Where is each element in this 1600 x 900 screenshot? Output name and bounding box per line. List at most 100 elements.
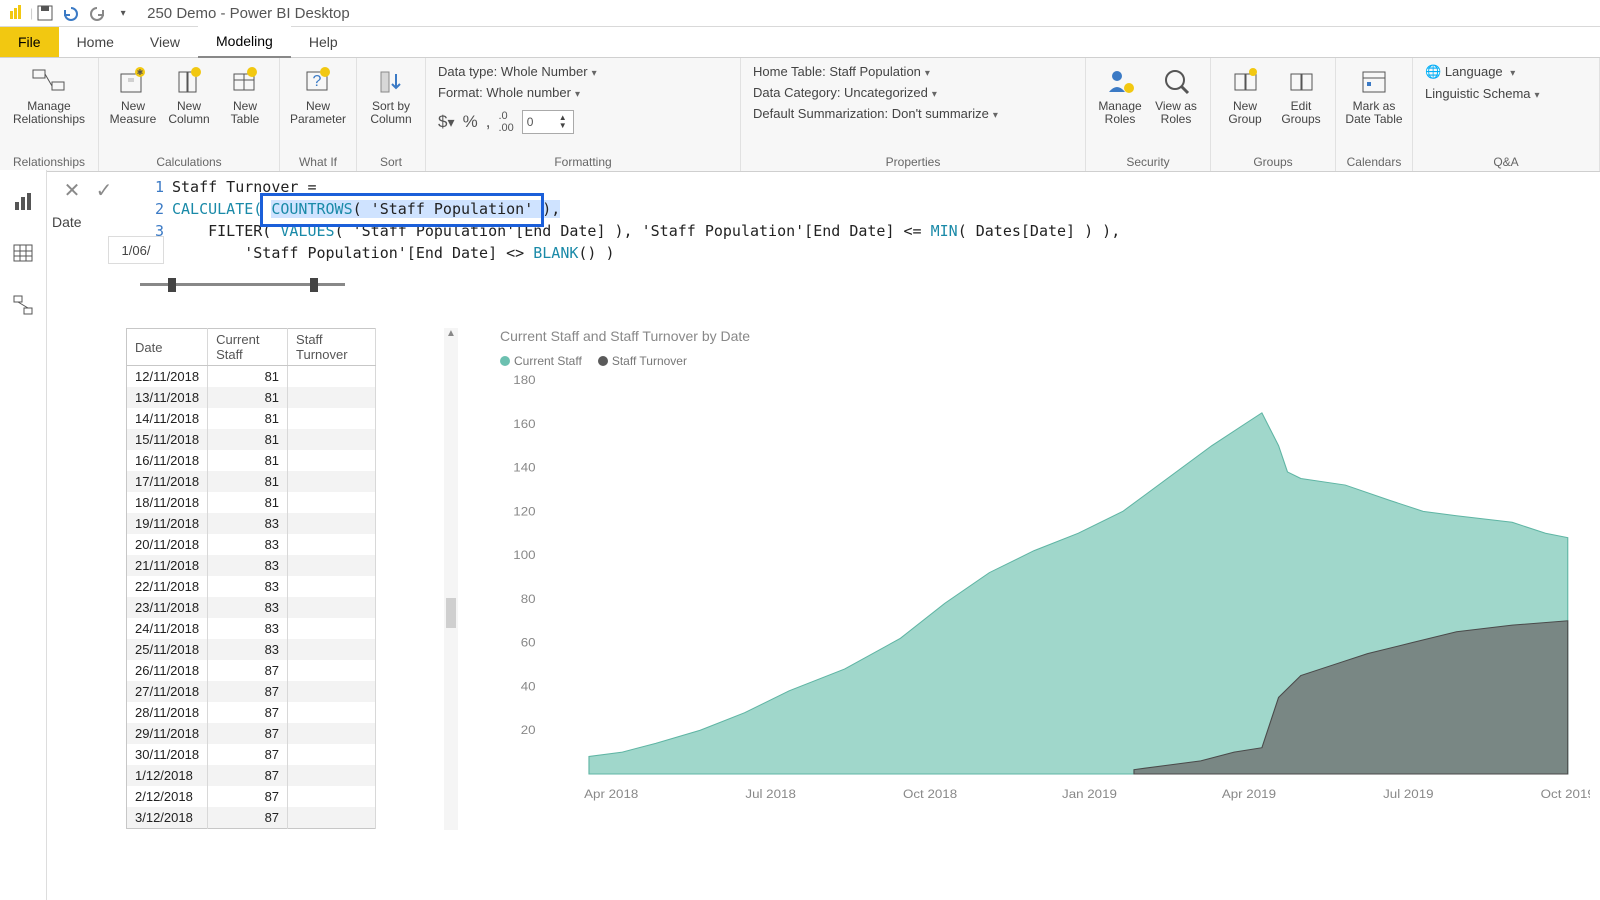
scroll-thumb[interactable]: [446, 598, 456, 628]
manage-roles-label: Manage Roles: [1098, 100, 1141, 126]
new-parameter-button[interactable]: ? New Parameter: [286, 62, 350, 126]
group-whatif-label: What If: [286, 153, 350, 169]
model-view-icon[interactable]: [10, 292, 36, 318]
table-scrollbar[interactable]: ▲: [444, 328, 458, 830]
table-row[interactable]: 26/11/201887: [127, 660, 376, 681]
table-row[interactable]: 27/11/201887: [127, 681, 376, 702]
report-view-icon[interactable]: [10, 188, 36, 214]
svg-text:160: 160: [513, 417, 535, 430]
legend-staff-turnover[interactable]: Staff Turnover: [598, 354, 687, 368]
percent-button[interactable]: %: [463, 112, 478, 132]
col-current-staff[interactable]: Current Staff: [208, 329, 288, 366]
new-measure-button[interactable]: ✱ New Measure: [105, 62, 161, 126]
new-measure-label: New Measure: [110, 100, 157, 126]
col-staff-turnover[interactable]: Staff Turnover: [288, 329, 376, 366]
new-column-label: New Column: [168, 100, 209, 126]
table-row[interactable]: 2/12/201887: [127, 786, 376, 807]
svg-text:Apr 2018: Apr 2018: [584, 788, 638, 801]
tab-help[interactable]: Help: [291, 27, 356, 57]
ribbon: Manage Relationships Relationships ✱ New…: [0, 58, 1600, 172]
formula-editor[interactable]: Staff Turnover = CALCULATE( COUNTROWS( '…: [172, 176, 1590, 264]
group-sort-label: Sort: [363, 153, 419, 169]
svg-text:?: ?: [313, 73, 322, 90]
edit-groups-button[interactable]: Edit Groups: [1273, 62, 1329, 126]
table-row[interactable]: 15/11/201881: [127, 429, 376, 450]
date-box[interactable]: 1/06/: [108, 236, 164, 264]
save-icon[interactable]: [33, 2, 57, 24]
view-as-roles-label: View as Roles: [1155, 100, 1197, 126]
tab-file[interactable]: File: [0, 27, 59, 57]
manage-roles-icon: [1103, 64, 1137, 98]
chart: Current Staff and Staff Turnover by Date…: [500, 328, 1590, 840]
slider-thumb-end[interactable]: [310, 278, 318, 292]
data-type-selector[interactable]: Data type: Whole Number: [438, 64, 728, 79]
svg-text:Oct 2019: Oct 2019: [1541, 788, 1590, 801]
left-nav: [0, 170, 47, 900]
table-row[interactable]: 14/11/201881: [127, 408, 376, 429]
cancel-formula-icon[interactable]: ✕: [60, 178, 84, 202]
new-column-button[interactable]: New Column: [161, 62, 217, 126]
customize-qat-icon[interactable]: ▾: [111, 2, 135, 24]
title-bar: | ▾ 250 Demo - Power BI Desktop: [0, 0, 1600, 27]
linguistic-schema-selector[interactable]: Linguistic Schema: [1425, 86, 1575, 101]
decimal-places-spinner[interactable]: 0 ▲▼: [522, 110, 574, 134]
home-table-selector[interactable]: Home Table: Staff Population: [753, 64, 1073, 79]
table-row[interactable]: 28/11/201887: [127, 702, 376, 723]
chart-canvas[interactable]: 20406080100120140160180Apr 2018Jul 2018O…: [500, 374, 1590, 804]
tab-view[interactable]: View: [132, 27, 198, 57]
table-row[interactable]: 3/12/201887: [127, 807, 376, 829]
redo-icon[interactable]: [85, 2, 109, 24]
thousands-button[interactable]: ,: [486, 112, 491, 132]
table-row[interactable]: 1/12/201887: [127, 765, 376, 786]
tab-home[interactable]: Home: [59, 27, 132, 57]
data-view-icon[interactable]: [10, 240, 36, 266]
app-title: 250 Demo - Power BI Desktop: [147, 5, 350, 22]
svg-text:180: 180: [513, 374, 535, 387]
slider-thumb-start[interactable]: [168, 278, 176, 292]
table-row[interactable]: 20/11/201883: [127, 534, 376, 555]
table-row[interactable]: 23/11/201883: [127, 597, 376, 618]
relationships-icon: [32, 64, 66, 98]
mark-as-date-table-button[interactable]: Mark as Date Table: [1342, 62, 1406, 126]
view-as-roles-button[interactable]: View as Roles: [1148, 62, 1204, 126]
edit-groups-icon: [1284, 64, 1318, 98]
format-selector[interactable]: Format: Whole number: [438, 85, 728, 100]
manage-roles-button[interactable]: Manage Roles: [1092, 62, 1148, 126]
currency-button[interactable]: $▾: [438, 112, 455, 132]
table-row[interactable]: 22/11/201883: [127, 576, 376, 597]
svg-text:120: 120: [513, 505, 535, 518]
legend-current-staff[interactable]: Current Staff: [500, 354, 582, 368]
language-selector[interactable]: 🌐 Language: [1425, 64, 1575, 80]
table-row[interactable]: 19/11/201883: [127, 513, 376, 534]
table-row[interactable]: 24/11/201883: [127, 618, 376, 639]
table-row[interactable]: 12/11/201881: [127, 366, 376, 388]
new-table-icon: [228, 64, 262, 98]
table-row[interactable]: 17/11/201881: [127, 471, 376, 492]
table-row[interactable]: 25/11/201883: [127, 639, 376, 660]
svg-text:Jul 2018: Jul 2018: [745, 788, 795, 801]
table-row[interactable]: 29/11/201887: [127, 723, 376, 744]
undo-icon[interactable]: [59, 2, 83, 24]
new-group-button[interactable]: New Group: [1217, 62, 1273, 126]
svg-text:140: 140: [513, 461, 535, 474]
manage-relationships-button[interactable]: Manage Relationships: [6, 62, 92, 126]
new-table-button[interactable]: New Table: [217, 62, 273, 126]
tab-modeling[interactable]: Modeling: [198, 26, 291, 58]
table-row[interactable]: 18/11/201881: [127, 492, 376, 513]
table-row[interactable]: 16/11/201881: [127, 450, 376, 471]
default-summarization-selector[interactable]: Default Summarization: Don't summarize: [753, 106, 1073, 121]
svg-text:Jan 2019: Jan 2019: [1062, 788, 1117, 801]
table-row[interactable]: 13/11/201881: [127, 387, 376, 408]
sort-by-column-button[interactable]: Sort by Column: [363, 62, 419, 126]
table-row[interactable]: 30/11/201887: [127, 744, 376, 765]
svg-text:20: 20: [521, 724, 536, 737]
commit-formula-icon[interactable]: ✓: [92, 178, 116, 202]
time-slider[interactable]: [140, 278, 345, 290]
scroll-up-icon[interactable]: ▲: [444, 328, 458, 339]
app-icon: [4, 2, 28, 24]
data-category-selector[interactable]: Data Category: Uncategorized: [753, 85, 1073, 100]
col-date[interactable]: Date: [127, 329, 208, 366]
new-group-icon: [1228, 64, 1262, 98]
data-table: Date Current Staff Staff Turnover 12/11/…: [126, 328, 376, 829]
table-row[interactable]: 21/11/201883: [127, 555, 376, 576]
